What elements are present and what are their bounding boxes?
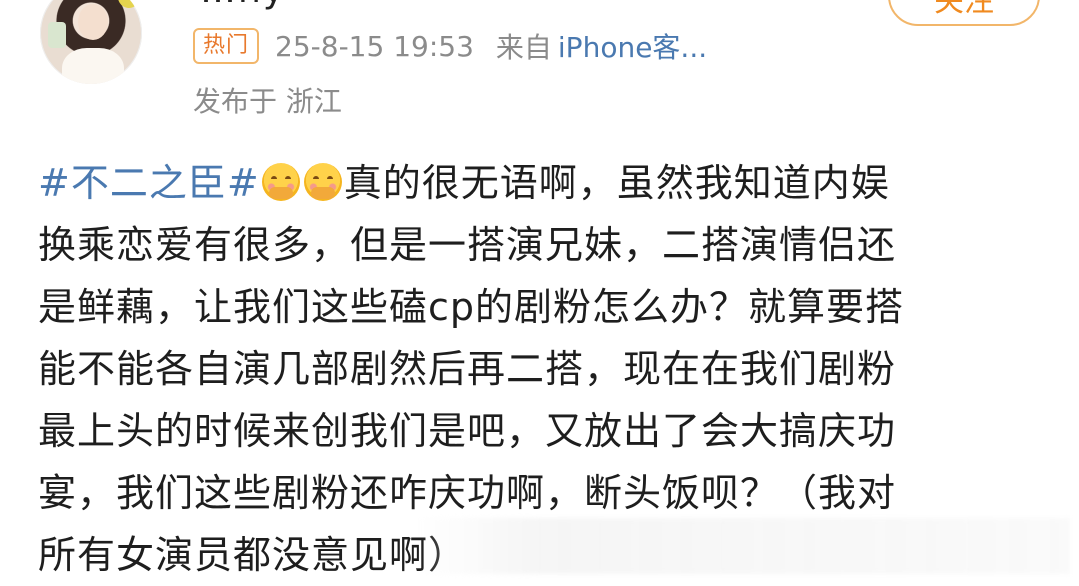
avatar-body (62, 48, 124, 84)
post-timestamp: 25-8-15 19:53 (275, 29, 474, 63)
text-segment: 真的很无语啊，虽然我知道内娱 (343, 161, 890, 205)
source-client-link[interactable]: iPhone客... (558, 26, 707, 66)
follow-button[interactable]: 关注 (888, 0, 1040, 26)
avatar-decoration (118, 0, 140, 8)
hug-emoji-icon (303, 163, 342, 201)
source-prefix: 来自 (495, 31, 552, 64)
avatar-decoration (48, 22, 66, 48)
post-location: 发布于 浙江 (193, 85, 342, 118)
text-line: 换乘恋爱有很多，但是一搭演兄妹，二搭演情侣还 (38, 223, 897, 267)
text-line: 能不能各自演几部剧然后再二搭，现在在我们剧粉 (38, 347, 897, 391)
hot-badge: 热门 (193, 28, 260, 64)
avatar-face (78, 4, 108, 40)
text-line: #不二之臣# 真的很无语啊，虽然我知道内娱 (38, 152, 1048, 214)
weibo-post: …ny 关注 热门 25-8-15 19:53 来自 iPhone客... 发布… (0, 0, 1079, 577)
post-meta: 热门 25-8-15 19:53 来自 iPhone客... (193, 26, 707, 66)
blurred-watermark (420, 518, 1070, 574)
hashtag-link[interactable]: #不二之臣# (38, 161, 260, 205)
text-line: 是鲜藕，让我们这些磕cp的剧粉怎么办？就算要搭 (38, 285, 905, 329)
text-line: 最上头的时候来创我们是吧，又放出了会大搞庆功 (38, 409, 897, 453)
username[interactable]: …ny (200, 0, 286, 11)
hug-emoji-icon (261, 163, 300, 201)
text-line: 宴，我们这些剧粉还咋庆功啊，断头饭呗？（我对 (38, 471, 897, 515)
avatar[interactable] (40, 0, 142, 84)
